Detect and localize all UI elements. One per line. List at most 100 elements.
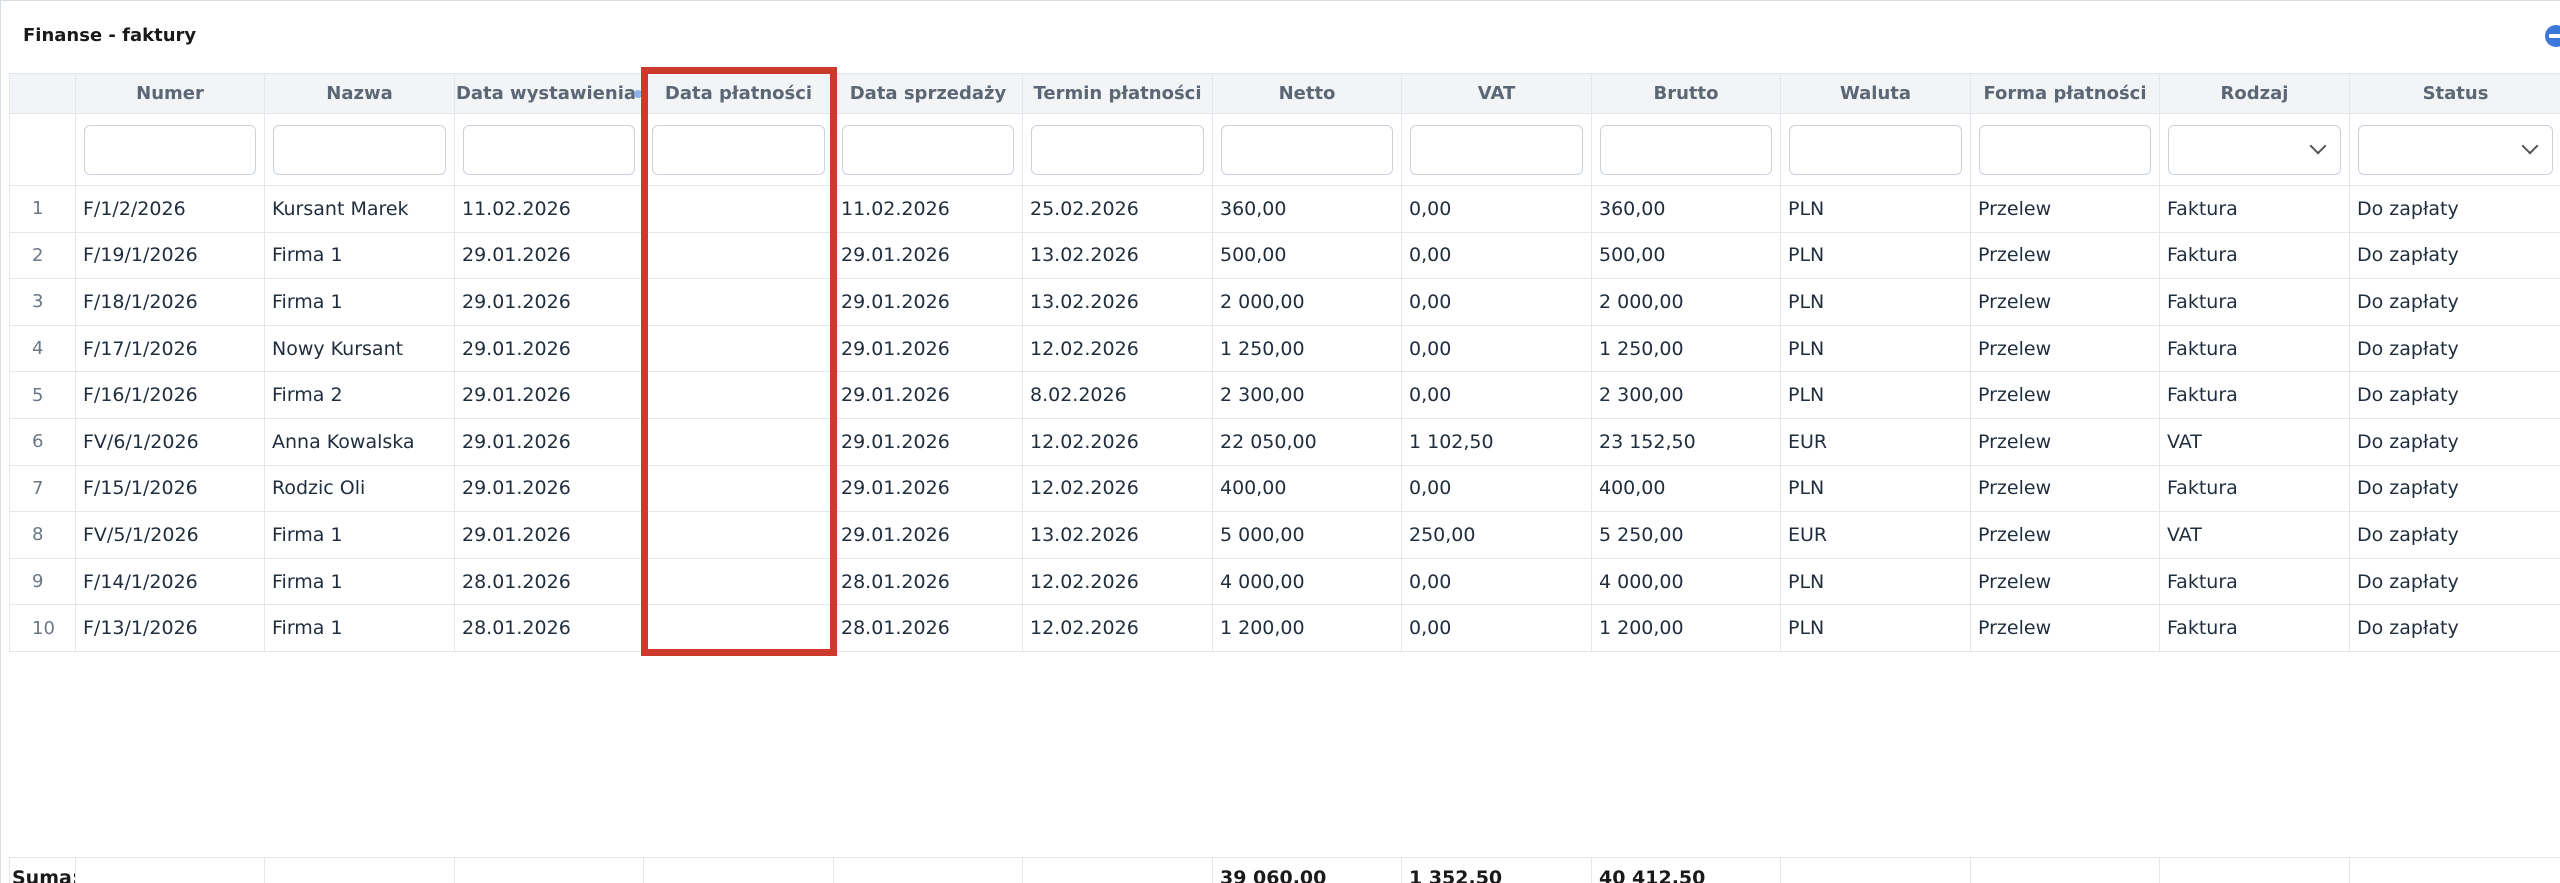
table-row[interactable]: 1 F/1/2/2026 Kursant Marek 11.02.2026 11.02.…: [9, 185, 2560, 233]
column-header-data_sprzedazy[interactable]: Data sprzedaży: [833, 73, 1023, 114]
cell-status: Do zapłaty: [2349, 371, 2560, 419]
table-row[interactable]: 5 F/16/1/2026 Firma 2 29.01.2026 29.01.2026 8…: [9, 371, 2560, 419]
column-header-rodzaj[interactable]: Rodzaj: [2159, 73, 2350, 114]
cell-vat: 0,00: [1401, 371, 1592, 419]
cell-idx: 2: [9, 231, 76, 280]
filter-input-waluta[interactable]: [1789, 124, 1962, 175]
filter-select-rodzaj[interactable]: [2168, 124, 2341, 175]
cell-data_sprzedazy: 29.01.2026: [833, 464, 1023, 513]
column-header-netto[interactable]: Netto: [1212, 73, 1402, 114]
table-row[interactable]: 9 F/14/1/2026 Firma 1 28.01.2026 28.01.2026 1…: [9, 557, 2560, 606]
cell-status: Do zapłaty: [2349, 604, 2560, 652]
filter-input-brutto[interactable]: [1600, 124, 1772, 175]
filter-input-nazwa[interactable]: [273, 124, 446, 175]
filter-input-forma_platnosci[interactable]: [1979, 124, 2151, 175]
cell-data_sprzedazy: 29.01.2026: [833, 511, 1023, 559]
cell-data_platnosci: [643, 278, 834, 326]
cell-numer: F/18/1/2026: [75, 278, 265, 326]
cell-nazwa: Nowy Kursant: [264, 324, 455, 373]
column-header-data_wystawienia[interactable]: Data wystawienia: [454, 73, 644, 114]
cell-data_wystawienia: 28.01.2026: [454, 557, 644, 606]
cell-rodzaj: VAT: [2159, 511, 2350, 559]
table-row[interactable]: 2 F/19/1/2026 Firma 1 29.01.2026 29.01.2026 1…: [9, 231, 2560, 280]
cell-data_sprzedazy: 28.01.2026: [833, 557, 1023, 606]
cell-termin_platnosci: 12.02.2026: [1022, 604, 1213, 652]
sort-indicator-icon[interactable]: [634, 90, 643, 98]
cell-idx: 6: [9, 417, 76, 466]
table-row[interactable]: 10 F/13/1/2026 Firma 1 28.01.2026 28.01.2026…: [9, 604, 2560, 652]
cell-vat: 0,00: [1401, 324, 1592, 373]
cell-status: Do zapłaty: [2349, 464, 2560, 513]
table-row[interactable]: 4 F/17/1/2026 Nowy Kursant 29.01.2026 29.01.…: [9, 324, 2560, 373]
summary-cell: [643, 857, 834, 883]
cell-idx: 9: [9, 557, 76, 606]
column-header-brutto[interactable]: Brutto: [1591, 73, 1781, 114]
cell-termin_platnosci: 12.02.2026: [1022, 464, 1213, 513]
cell-nazwa: Firma 1: [264, 604, 455, 652]
column-header-vat[interactable]: VAT: [1401, 73, 1592, 114]
filter-select-status[interactable]: [2358, 124, 2553, 175]
cell-numer: F/13/1/2026: [75, 604, 265, 652]
cell-netto: 500,00: [1212, 231, 1402, 280]
filter-input-data_wystawienia[interactable]: [463, 124, 635, 175]
summary-cell: [264, 857, 455, 883]
cell-vat: 0,00: [1401, 557, 1592, 606]
cell-nazwa: Firma 1: [264, 278, 455, 326]
cell-status: Do zapłaty: [2349, 185, 2560, 233]
cell-waluta: PLN: [1780, 604, 1971, 652]
cell-forma_platnosci: Przelew: [1970, 371, 2160, 419]
cell-netto: 5 000,00: [1212, 511, 1402, 559]
cell-forma_platnosci: Przelew: [1970, 557, 2160, 606]
cell-data_wystawienia: 29.01.2026: [454, 464, 644, 513]
column-header-status[interactable]: Status: [2349, 73, 2560, 114]
column-header-label: Nazwa: [326, 83, 393, 104]
column-header-termin_platnosci[interactable]: Termin płatności: [1022, 73, 1213, 114]
cell-data_platnosci: [643, 464, 834, 513]
cell-waluta: PLN: [1780, 557, 1971, 606]
table-row[interactable]: 6 FV/6/1/2026 Anna Kowalska 29.01.2026 29.01…: [9, 417, 2560, 466]
collapse-icon[interactable]: [2545, 25, 2560, 47]
column-header-forma_platnosci[interactable]: Forma płatności: [1970, 73, 2160, 114]
cell-data_sprzedazy: 29.01.2026: [833, 231, 1023, 280]
cell-numer: F/14/1/2026: [75, 557, 265, 606]
cell-idx: 1: [9, 185, 76, 233]
column-header-data_platnosci[interactable]: Data płatności: [643, 73, 834, 114]
panel-title: Finanse - faktury: [23, 25, 197, 46]
cell-data_wystawienia: 29.01.2026: [454, 231, 644, 280]
column-header-label: Termin płatności: [1033, 83, 1202, 104]
cell-rodzaj: Faktura: [2159, 371, 2350, 419]
column-header-numer[interactable]: Numer: [75, 73, 265, 114]
filter-input-netto[interactable]: [1221, 124, 1393, 175]
cell-rodzaj: Faktura: [2159, 557, 2350, 606]
cell-netto: 400,00: [1212, 464, 1402, 513]
cell-waluta: PLN: [1780, 278, 1971, 326]
cell-waluta: EUR: [1780, 417, 1971, 466]
cell-status: Do zapłaty: [2349, 417, 2560, 466]
filter-input-vat[interactable]: [1410, 124, 1583, 175]
cell-forma_platnosci: Przelew: [1970, 231, 2160, 280]
filter-input-data_platnosci[interactable]: [652, 124, 825, 175]
cell-data_wystawienia: 29.01.2026: [454, 417, 644, 466]
cell-vat: 0,00: [1401, 604, 1592, 652]
cell-data_sprzedazy: 29.01.2026: [833, 324, 1023, 373]
cell-netto: 4 000,00: [1212, 557, 1402, 606]
cell-data_wystawienia: 29.01.2026: [454, 371, 644, 419]
column-header-label: VAT: [1477, 83, 1516, 104]
cell-data_sprzedazy: 29.01.2026: [833, 371, 1023, 419]
summary-cell: [75, 857, 265, 883]
cell-termin_platnosci: 13.02.2026: [1022, 511, 1213, 559]
column-header-label: Forma płatności: [1983, 83, 2147, 104]
column-header-nazwa[interactable]: Nazwa: [264, 73, 455, 114]
table-row[interactable]: 8 FV/5/1/2026 Firma 1 29.01.2026 29.01.2026 1…: [9, 511, 2560, 559]
cell-termin_platnosci: 8.02.2026: [1022, 371, 1213, 419]
table-row[interactable]: 7 F/15/1/2026 Rodzic Oli 29.01.2026 29.01.20…: [9, 464, 2560, 513]
filter-cell-forma_platnosci: [1970, 113, 2160, 186]
table-row[interactable]: 3 F/18/1/2026 Firma 1 29.01.2026 29.01.2026 1…: [9, 278, 2560, 326]
filter-input-termin_platnosci[interactable]: [1031, 124, 1204, 175]
filter-input-numer[interactable]: [84, 124, 256, 175]
column-header-waluta[interactable]: Waluta: [1780, 73, 1971, 114]
filter-cell-termin_platnosci: [1022, 113, 1213, 186]
cell-vat: 0,00: [1401, 278, 1592, 326]
filter-input-data_sprzedazy[interactable]: [842, 124, 1014, 175]
cell-brutto: 5 250,00: [1591, 511, 1781, 559]
